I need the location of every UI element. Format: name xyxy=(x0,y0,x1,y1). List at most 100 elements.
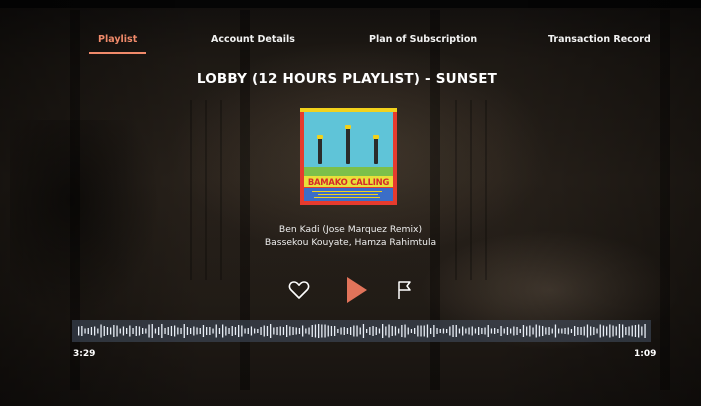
waveform-bar xyxy=(122,326,125,336)
waveform-bar xyxy=(257,329,259,333)
tab-playlist-label: Playlist xyxy=(98,34,138,45)
waveform-bar xyxy=(308,327,310,335)
waveform-bar xyxy=(452,325,454,337)
waveform-bar xyxy=(449,326,451,336)
tab-account-details[interactable]: Account Details xyxy=(211,34,295,45)
waveform-bar xyxy=(295,327,297,335)
waveform-bar xyxy=(238,325,240,337)
waveform-bar xyxy=(273,327,275,335)
waveform-bar xyxy=(234,327,237,335)
waveform-bar xyxy=(529,325,531,337)
waveform-bar xyxy=(433,325,435,337)
waveform-bar xyxy=(97,328,99,334)
waveform-bar xyxy=(87,328,89,334)
waveform-bar xyxy=(106,327,109,335)
waveform-bar xyxy=(302,325,304,337)
tab-transaction-record[interactable]: Transaction Record xyxy=(548,34,651,45)
waveform-bar xyxy=(436,328,438,334)
tab-plan-of-subscription[interactable]: Plan of Subscription xyxy=(369,34,477,45)
waveform-bar xyxy=(513,326,515,336)
waveform-bar xyxy=(417,325,419,337)
waveform-bar xyxy=(340,327,342,335)
waveform-bar xyxy=(474,328,477,334)
album-art: BAMAKO CALLING xyxy=(300,108,397,205)
flag-icon xyxy=(398,281,411,299)
waveform-bar xyxy=(567,327,569,335)
waveform-bar xyxy=(263,325,265,337)
waveform-bar xyxy=(455,325,457,337)
waveform-bar xyxy=(190,328,192,334)
waveform-bar xyxy=(388,324,390,338)
waveform-bar xyxy=(292,327,294,335)
tab-account-details-label: Account Details xyxy=(211,34,295,45)
waveform-bar xyxy=(145,328,147,334)
tab-playlist[interactable]: Playlist xyxy=(89,34,147,54)
like-button[interactable] xyxy=(288,280,310,300)
track-title: Ben Kadi (Jose Marquez Remix) xyxy=(278,224,423,235)
waveform-bar xyxy=(625,327,627,335)
waveform-bar xyxy=(401,325,403,337)
waveform-bar xyxy=(500,326,502,336)
waveform-bar xyxy=(606,326,608,336)
waveform-seekbar[interactable] xyxy=(72,320,651,342)
waveform-bar xyxy=(462,326,464,336)
waveform-bar xyxy=(446,329,448,333)
waveform-bar xyxy=(270,324,272,338)
waveform-bar xyxy=(586,324,589,338)
waveform-bar xyxy=(298,328,301,334)
waveform-bar xyxy=(324,324,326,338)
waveform-bar xyxy=(279,326,281,336)
waveform-bar xyxy=(362,324,365,338)
waveform-bar xyxy=(420,325,422,337)
waveform-bar xyxy=(638,324,640,338)
waveform-bar xyxy=(244,328,246,334)
waveform-bar xyxy=(423,325,425,337)
waveform-bar xyxy=(247,328,249,334)
waveform-bar xyxy=(356,325,358,337)
waveform-bar xyxy=(103,326,105,336)
waveform-bar xyxy=(471,326,473,336)
waveform-bar xyxy=(458,328,461,334)
waveform-bar xyxy=(231,326,233,336)
waveform-bar xyxy=(548,327,550,335)
waveform-bar xyxy=(394,326,397,336)
waveform-bar xyxy=(148,324,150,338)
waveform-bar xyxy=(276,327,278,335)
waveform-bar xyxy=(478,327,480,335)
waveform-bar xyxy=(538,325,541,337)
waveform-bar xyxy=(346,328,349,334)
waveform-bar xyxy=(577,327,579,335)
waveform-bar xyxy=(542,326,544,336)
waveform-bar xyxy=(314,324,317,338)
waveform-bar xyxy=(558,328,560,334)
waveform-bar xyxy=(622,324,624,338)
waveform-bar xyxy=(202,325,205,337)
elapsed-time: 3:29 xyxy=(73,349,96,359)
waveform-bar xyxy=(628,326,630,336)
waveform-bar xyxy=(583,326,585,336)
waveform-bar xyxy=(250,326,253,336)
waveform-bar xyxy=(193,326,195,336)
report-button[interactable] xyxy=(397,280,413,300)
waveform-bar xyxy=(439,329,441,333)
waveform-bar xyxy=(570,329,573,333)
waveform-bar xyxy=(404,324,406,338)
play-button[interactable] xyxy=(346,277,368,303)
waveform-bar xyxy=(353,325,355,337)
waveform-bar xyxy=(154,328,157,334)
waveform-bar xyxy=(391,326,393,336)
waveform-bar xyxy=(644,324,646,338)
waveform-bar xyxy=(609,324,611,338)
active-tab-underline xyxy=(89,52,147,54)
waveform-bar xyxy=(378,328,381,334)
waveform-bar xyxy=(286,325,288,337)
waveform-bar xyxy=(321,324,323,338)
waveform-bar xyxy=(266,326,269,336)
waveform-bar xyxy=(442,328,445,334)
waveform-bar xyxy=(170,326,173,336)
waveform-bar xyxy=(186,327,189,335)
waveform-bar xyxy=(545,327,547,335)
waveform-bar xyxy=(254,328,256,334)
waveform-bar xyxy=(497,329,499,333)
waveform-bar xyxy=(212,328,214,334)
